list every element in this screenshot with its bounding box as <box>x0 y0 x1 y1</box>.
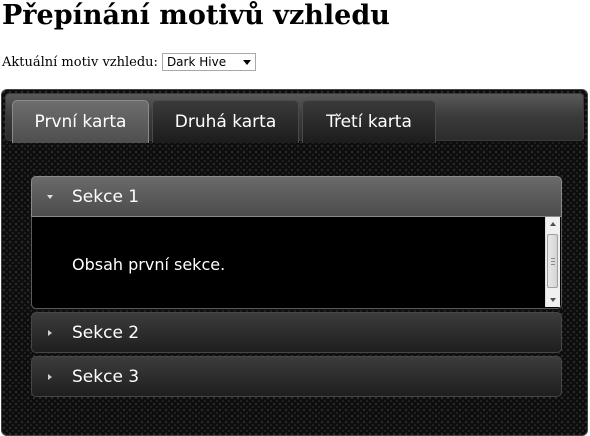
grip-line <box>551 258 555 259</box>
tab-bar: První karta Druhá karta Třetí karta <box>5 93 584 143</box>
theme-select-value: Dark Hive <box>166 55 227 69</box>
scroll-down-icon[interactable] <box>546 293 560 307</box>
accordion-panel-sekce-1: Obsah první sekce. <box>31 217 562 309</box>
scrollbar[interactable] <box>545 217 560 307</box>
accordion-header-label: Sekce 2 <box>72 323 140 343</box>
theme-switcher-label: Aktuální motiv vzhledu: <box>2 54 158 70</box>
accordion-header-sekce-1[interactable]: Sekce 1 <box>31 176 562 217</box>
grip-line <box>551 264 555 265</box>
tab-label: Druhá karta <box>174 112 277 132</box>
scrollbar-thumb[interactable] <box>547 234 558 288</box>
accordion: Sekce 1 Obsah první sekce. Sekce 2 Sekce… <box>31 176 562 400</box>
triangle-right-icon <box>48 374 52 380</box>
accordion-panel-content: Obsah první sekce. <box>72 255 226 274</box>
grip-line <box>551 261 555 262</box>
tab-label: Třetí karta <box>326 112 412 132</box>
scroll-up-icon[interactable] <box>546 217 560 231</box>
accordion-header-sekce-3[interactable]: Sekce 3 <box>31 356 562 397</box>
dropdown-arrow-icon <box>242 60 251 65</box>
tab-druha-karta[interactable]: Druhá karta <box>152 100 299 143</box>
theme-switcher: Aktuální motiv vzhledu: Dark Hive <box>2 53 256 71</box>
tab-label: První karta <box>34 112 127 132</box>
accordion-header-label: Sekce 1 <box>72 187 140 207</box>
accordion-header-label: Sekce 3 <box>72 367 140 387</box>
theme-select[interactable]: Dark Hive <box>161 53 256 71</box>
triangle-down-icon <box>47 195 53 199</box>
page-title: Přepínání motivů vzhledu <box>2 0 390 31</box>
accordion-header-sekce-2[interactable]: Sekce 2 <box>31 312 562 353</box>
triangle-right-icon <box>48 330 52 336</box>
tabs-widget: První karta Druhá karta Třetí karta Sekc… <box>1 89 588 436</box>
tab-treti-karta[interactable]: Třetí karta <box>302 100 436 143</box>
tab-prvni-karta[interactable]: První karta <box>12 100 149 143</box>
